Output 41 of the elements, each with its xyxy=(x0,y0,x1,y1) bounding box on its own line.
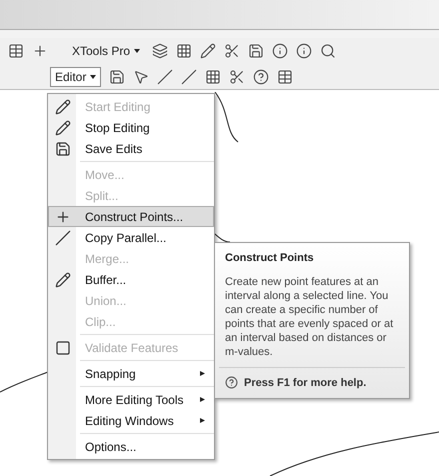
tooltip-text: Create new point features at an interval along a selected line. You can create a specific number of points that are evenly spaced or at an interval based on distances or m-values. xyxy=(224,274,394,360)
caret-icon xyxy=(134,49,140,53)
table-icon[interactable] xyxy=(277,68,294,84)
tooltip-title: Construct Points xyxy=(224,251,315,266)
pencil-icon xyxy=(55,120,71,136)
submenu-arrow-icon xyxy=(200,371,205,376)
menu-item[interactable]: Copy Parallel... xyxy=(48,227,214,248)
menu-item[interactable]: Construct Points... xyxy=(48,206,214,227)
pointer-icon[interactable] xyxy=(133,68,150,84)
help-icon xyxy=(225,376,238,390)
info-icon[interactable] xyxy=(296,43,312,59)
scissors-icon[interactable] xyxy=(229,68,246,84)
layers-icon[interactable] xyxy=(152,43,168,59)
save-icon xyxy=(55,140,71,156)
save-icon[interactable] xyxy=(248,43,264,59)
save-icon[interactable] xyxy=(109,68,126,84)
grid-icon[interactable] xyxy=(205,68,222,84)
line-icon[interactable] xyxy=(181,68,198,84)
pencil-icon xyxy=(55,98,71,114)
submenu-arrow-icon xyxy=(200,397,205,402)
menu-item[interactable]: More Editing Tools xyxy=(48,389,214,410)
menu-item[interactable]: Stop Editing xyxy=(48,117,214,138)
menu-item[interactable]: Editing Windows xyxy=(48,410,214,431)
xtools-dropdown[interactable]: XTools Pro xyxy=(68,42,144,60)
help-hint: Press F1 for more help. xyxy=(244,376,366,390)
menu-item[interactable]: Save Edits xyxy=(48,138,214,159)
table-icon[interactable] xyxy=(8,43,24,59)
menu-item[interactable]: Options... xyxy=(48,436,214,457)
help-icon[interactable] xyxy=(253,68,270,84)
search-icon[interactable] xyxy=(320,43,336,59)
line-icon[interactable] xyxy=(157,68,174,84)
caret-icon xyxy=(90,74,96,78)
scissors-icon[interactable] xyxy=(224,43,240,59)
info-icon[interactable] xyxy=(272,43,288,59)
menu-item[interactable]: Snapping xyxy=(48,363,214,384)
pencil-icon[interactable] xyxy=(200,43,216,59)
submenu-arrow-icon xyxy=(200,418,205,423)
menu-item[interactable]: Buffer... xyxy=(48,269,214,290)
editor-dropdown[interactable]: Editor xyxy=(50,66,102,86)
pencil-icon xyxy=(55,272,71,288)
grid-icon[interactable] xyxy=(176,43,192,59)
